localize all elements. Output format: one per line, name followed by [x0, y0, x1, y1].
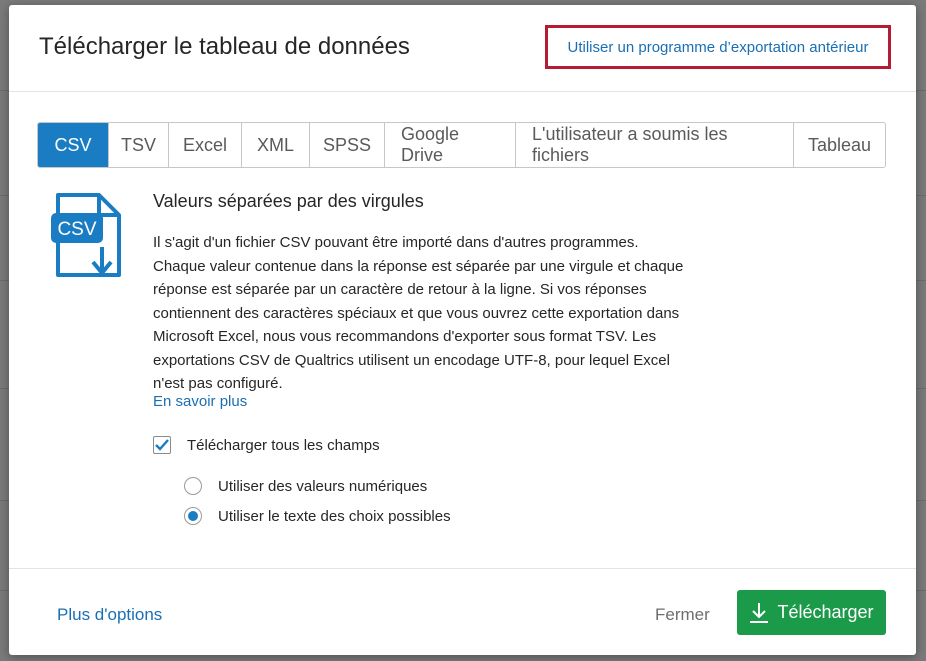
tab-tableau[interactable]: Tableau [793, 123, 885, 167]
tab-google-drive[interactable]: Google Drive [384, 123, 515, 167]
close-button[interactable]: Fermer [655, 605, 710, 625]
choice-text-label: Utiliser le texte des choix possibles [218, 507, 451, 525]
checkmark-icon [155, 439, 169, 451]
tab-excel[interactable]: Excel [168, 123, 241, 167]
more-options-link[interactable]: Plus d'options [57, 605, 162, 625]
legacy-export-link[interactable]: Utiliser un programme d’exportation anté… [545, 25, 891, 69]
numeric-values-radio[interactable] [184, 477, 202, 495]
download-all-fields-label: Télécharger tous les champs [187, 436, 380, 454]
download-icon [750, 602, 769, 623]
numeric-values-option[interactable]: Utiliser des valeurs numériques [184, 477, 427, 495]
tab-tsv[interactable]: TSV [108, 123, 168, 167]
format-tabs: CSV TSV Excel XML SPSS Google Drive L'ut… [37, 122, 886, 168]
download-data-dialog: Télécharger le tableau de données Utilis… [9, 5, 916, 655]
numeric-values-label: Utiliser des valeurs numériques [218, 477, 428, 495]
tab-user-submitted-files[interactable]: L'utilisateur a soumis les fichiers [515, 123, 793, 167]
download-all-fields-checkbox[interactable] [153, 436, 171, 454]
tab-xml[interactable]: XML [241, 123, 309, 167]
csv-file-download-icon: CSV [51, 191, 125, 281]
dialog-footer: Plus d'options Fermer Télécharger [9, 568, 916, 655]
download-button[interactable]: Télécharger [737, 590, 886, 635]
tab-spss[interactable]: SPSS [309, 123, 384, 167]
dialog-title: Télécharger le tableau de données [39, 33, 410, 60]
format-title: Valeurs séparées par des virgules [153, 191, 424, 211]
choice-text-radio[interactable] [184, 507, 202, 525]
learn-more-link[interactable]: En savoir plus [153, 393, 247, 410]
tab-csv[interactable]: CSV [38, 123, 108, 167]
download-all-fields-option[interactable]: Télécharger tous les champs [153, 436, 380, 454]
format-description: Il s'agit d'un fichier CSV pouvant être … [153, 234, 684, 392]
choice-text-option[interactable]: Utiliser le texte des choix possibles [184, 507, 451, 525]
csv-icon-label: CSV [57, 219, 96, 240]
dialog-header: Télécharger le tableau de données Utilis… [9, 5, 916, 92]
download-button-label: Télécharger [777, 602, 874, 622]
radio-selected-dot [188, 511, 198, 521]
